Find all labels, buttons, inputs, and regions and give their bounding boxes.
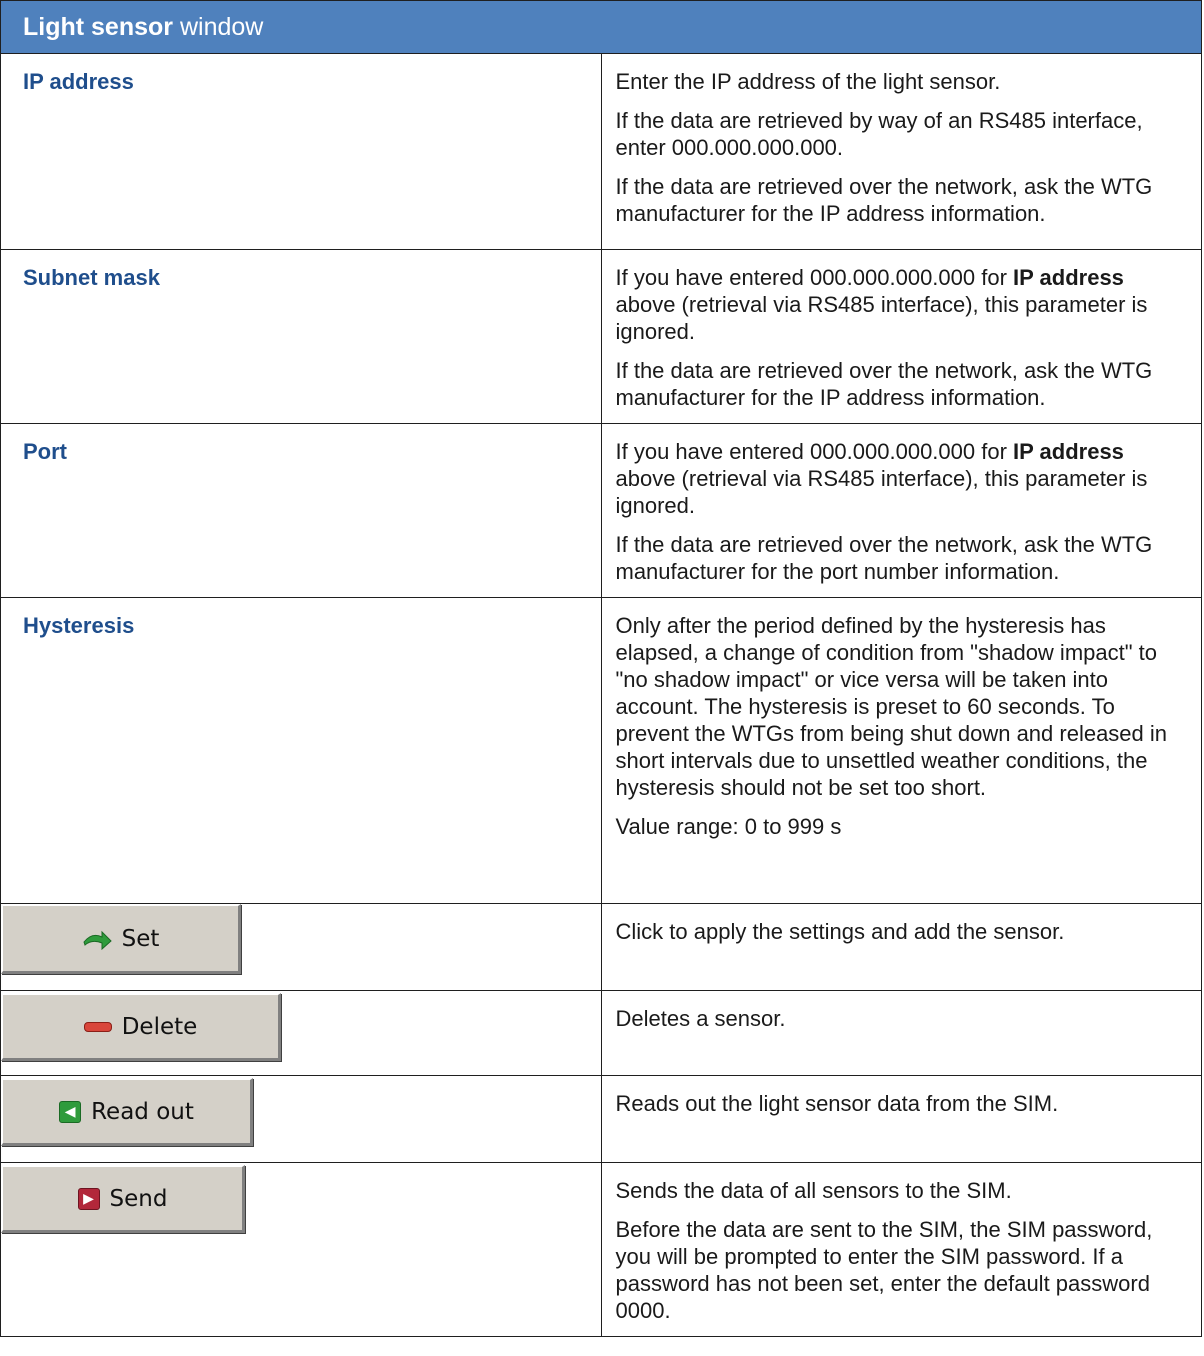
row-hysteresis: Hysteresis Only after the period defined… [0, 597, 1202, 904]
set-button-desc: Click to apply the settings and add the … [615, 919, 1065, 944]
subnet-mask-desc-2: If the data are retrieved over the netwo… [615, 358, 1153, 410]
green-arrow-icon [82, 928, 112, 950]
ip-address-desc-3: If the data are retrieved over the netwo… [615, 174, 1153, 226]
hysteresis-desc-2: Value range: 0 to 999 s [615, 814, 842, 839]
label-hysteresis: Hysteresis [23, 613, 135, 638]
label-port: Port [23, 439, 67, 464]
set-button-label: Set [121, 925, 160, 952]
send-button[interactable]: ▶ Send [1, 1165, 245, 1233]
port-ip-ref: IP address [1013, 439, 1124, 464]
table-title-bold: Light sensor [23, 12, 174, 41]
ip-address-desc-1: Enter the IP address of the light sensor… [615, 69, 1001, 94]
delete-button-desc: Deletes a sensor. [615, 1006, 786, 1031]
port-desc-1: If you have entered 000.000.000.000 for … [615, 439, 1148, 518]
send-button-desc-2: Before the data are sent to the SIM, the… [615, 1217, 1153, 1323]
label-subnet-mask: Subnet mask [23, 265, 160, 290]
row-send-button: ▶ Send Sends the data of all sensors to … [0, 1162, 1202, 1337]
set-button[interactable]: Set [1, 904, 241, 974]
delete-button-label: Delete [121, 1013, 198, 1040]
row-port: Port If you have entered 000.000.000.000… [0, 423, 1202, 598]
send-button-desc-1: Sends the data of all sensors to the SIM… [615, 1178, 1012, 1203]
subnet-mask-ip-ref: IP address [1013, 265, 1124, 290]
red-right-arrow-icon: ▶ [77, 1187, 100, 1210]
label-ip-address: IP address [23, 69, 134, 94]
read-out-button-desc: Reads out the light sensor data from the… [615, 1091, 1059, 1116]
delete-button[interactable]: Delete [1, 993, 281, 1061]
table-title: Light sensor window [0, 0, 1202, 54]
row-delete-button: Delete Deletes a sensor. [0, 990, 1202, 1076]
green-left-arrow-icon: ◀ [59, 1100, 82, 1123]
red-minus-icon [83, 1021, 112, 1032]
table-header-row: Light sensor window [0, 0, 1202, 54]
hysteresis-desc-1: Only after the period defined by the hys… [615, 613, 1168, 800]
subnet-mask-desc-1: If you have entered 000.000.000.000 for … [615, 265, 1148, 344]
ip-address-desc-2: If the data are retrieved by way of an R… [615, 108, 1143, 160]
port-desc-2: If the data are retrieved over the netwo… [615, 532, 1153, 584]
table-title-rest: window [173, 12, 264, 41]
row-set-button: Set Click to apply the settings and add … [0, 903, 1202, 991]
row-subnet-mask: Subnet mask If you have entered 000.000.… [0, 249, 1202, 424]
row-ip-address: IP address Enter the IP address of the l… [0, 53, 1202, 250]
row-read-out-button: ◀ Read out Reads out the light sensor da… [0, 1075, 1202, 1163]
send-button-label: Send [109, 1185, 168, 1212]
parameter-table: Light sensor window IP address Enter the… [0, 0, 1202, 1337]
read-out-button-label: Read out [91, 1098, 194, 1125]
read-out-button[interactable]: ◀ Read out [1, 1078, 253, 1146]
